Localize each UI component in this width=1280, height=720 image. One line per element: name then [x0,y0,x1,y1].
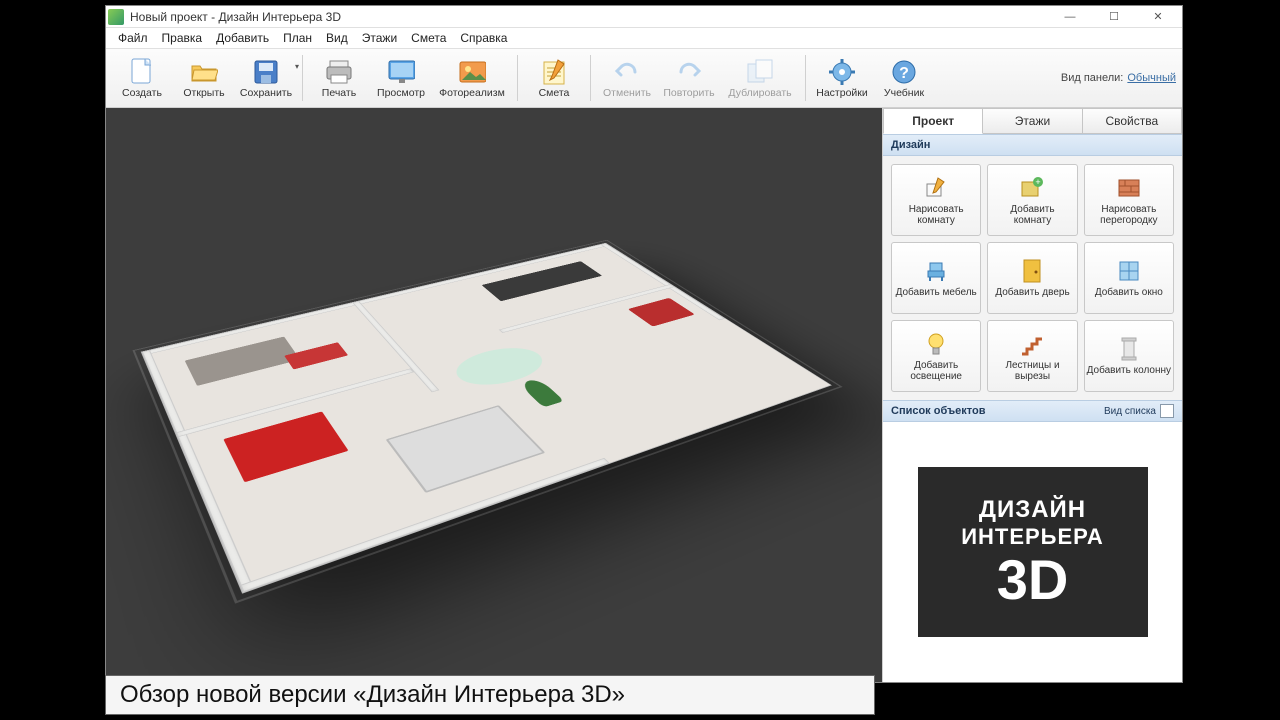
printer-icon [325,58,353,86]
estimate-button[interactable]: Смета [524,51,584,105]
door-icon [1019,258,1045,284]
add-room-button[interactable]: + Добавить комнату [987,164,1077,236]
menu-plan[interactable]: План [277,29,318,47]
list-view-toggle-icon[interactable] [1160,404,1174,418]
floor-plan-render [156,138,796,618]
svg-text:?: ? [899,65,909,82]
svg-text:+: + [1036,177,1041,187]
photoreal-button[interactable]: Фотореализм [433,51,511,105]
add-door-button[interactable]: Добавить дверь [987,242,1077,314]
promo-banner: ДИЗАЙН ИНТЕРЬЕРА 3D [918,467,1148,637]
undo-icon [613,58,641,86]
app-window: Новый проект - Дизайн Интерьера 3D — ☐ ✕… [105,5,1183,683]
menu-view[interactable]: Вид [320,29,354,47]
stairs-icon [1019,331,1045,357]
duplicate-icon [746,58,774,86]
panel-view-switcher: Вид панели: Обычный [1061,72,1176,84]
window-close-button[interactable]: ✕ [1136,6,1180,28]
chair-icon [923,258,949,284]
3d-viewport[interactable] [106,108,882,682]
tab-floors[interactable]: Этажи [983,108,1082,134]
draw-room-button[interactable]: Нарисовать комнату [891,164,981,236]
tab-properties[interactable]: Свойства [1083,108,1182,134]
menu-help[interactable]: Справка [454,29,513,47]
menu-estimate[interactable]: Смета [405,29,452,47]
design-section-header: Дизайн [883,134,1182,156]
monitor-icon [387,58,415,86]
add-room-icon: + [1019,175,1045,201]
add-furniture-button[interactable]: Добавить мебель [891,242,981,314]
help-icon: ? [890,58,918,86]
side-panel: Проект Этажи Свойства Дизайн Нарисовать … [882,108,1182,682]
create-button[interactable]: Создать [112,51,172,105]
draw-wall-button[interactable]: Нарисовать перегородку [1084,164,1174,236]
undo-button[interactable]: Отменить [597,51,657,105]
window-minimize-button[interactable]: — [1048,6,1092,28]
notepad-icon [540,58,568,86]
design-tools-grid: Нарисовать комнату + Добавить комнату На… [883,156,1182,400]
window-maximize-button[interactable]: ☐ [1092,6,1136,28]
folder-open-icon [190,58,218,86]
video-caption: Обзор новой версии «Дизайн Интерьера 3D» [105,675,875,715]
add-column-button[interactable]: Добавить колонну [1084,320,1174,392]
print-button[interactable]: Печать [309,51,369,105]
gear-icon [828,58,856,86]
redo-icon [675,58,703,86]
menu-edit[interactable]: Правка [156,29,209,47]
objects-section-header: Список объектов Вид списка [883,400,1182,422]
app-icon [108,9,124,25]
save-icon [252,58,280,86]
pencil-room-icon [923,175,949,201]
panel-view-link[interactable]: Обычный [1127,72,1176,84]
menubar: Файл Правка Добавить План Вид Этажи Смет… [106,28,1182,48]
add-window-button[interactable]: Добавить окно [1084,242,1174,314]
light-icon [923,331,949,357]
duplicate-button[interactable]: Дублировать [721,51,799,105]
menu-floors[interactable]: Этажи [356,29,403,47]
save-button[interactable]: Сохранить [236,51,296,105]
window-icon [1116,258,1142,284]
open-button[interactable]: Открыть [174,51,234,105]
object-list-area: ДИЗАЙН ИНТЕРЬЕРА 3D [883,422,1182,682]
tab-project[interactable]: Проект [883,108,983,134]
wall-icon [1116,175,1142,201]
stairs-button[interactable]: Лестницы и вырезы [987,320,1077,392]
window-title: Новый проект - Дизайн Интерьера 3D [130,10,1048,24]
settings-button[interactable]: Настройки [812,51,872,105]
titlebar: Новый проект - Дизайн Интерьера 3D — ☐ ✕ [106,6,1182,28]
toolbar: Создать Открыть Сохранить Печать Просмот… [106,48,1182,108]
column-icon [1116,336,1142,362]
new-file-icon [128,58,156,86]
photo-icon [458,58,486,86]
list-view-label: Вид списка [1104,406,1156,417]
menu-file[interactable]: Файл [112,29,154,47]
preview-button[interactable]: Просмотр [371,51,431,105]
help-button[interactable]: ? Учебник [874,51,934,105]
add-light-button[interactable]: Добавить освещение [891,320,981,392]
redo-button[interactable]: Повторить [659,51,719,105]
menu-add[interactable]: Добавить [210,29,275,47]
